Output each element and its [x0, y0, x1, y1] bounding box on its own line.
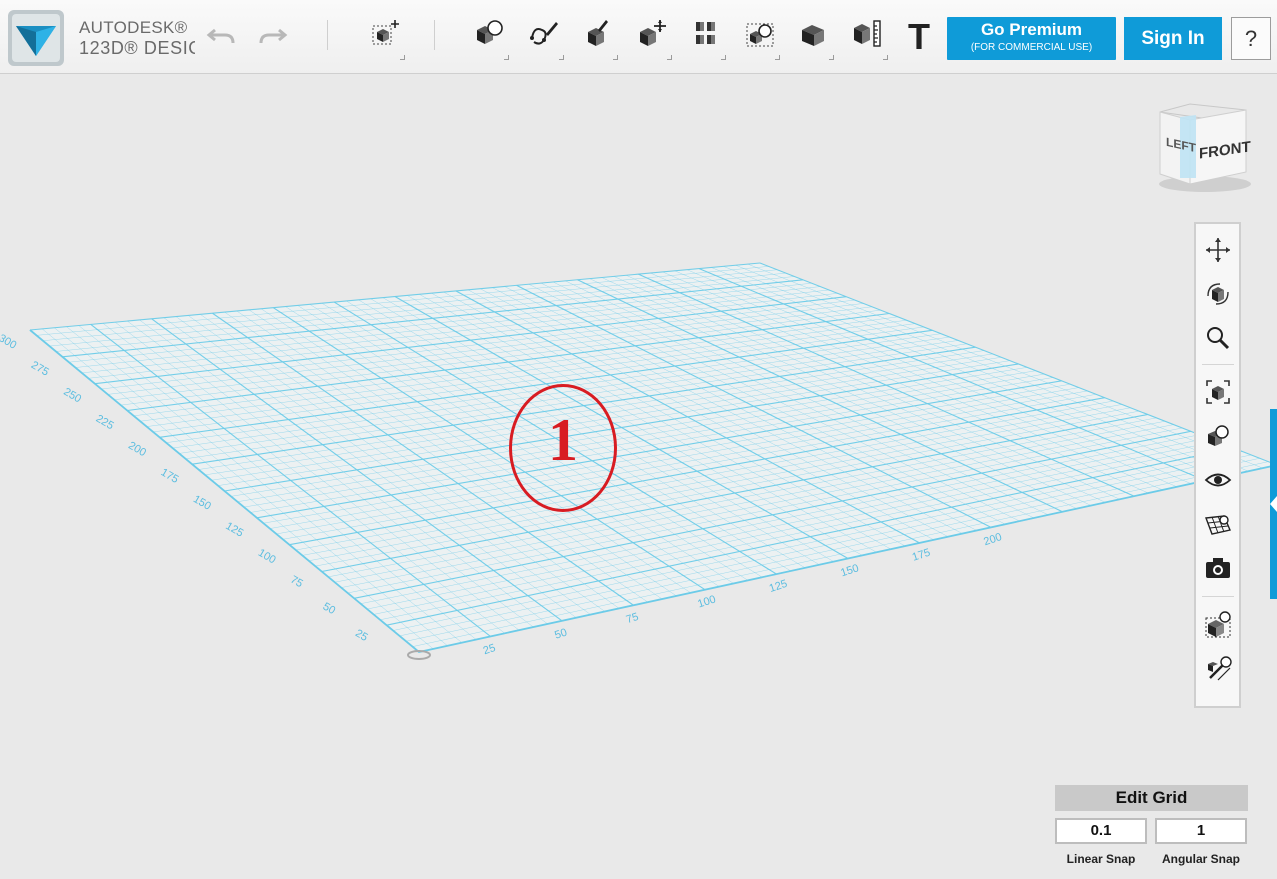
zoom-selected-icon[interactable]	[1200, 418, 1236, 454]
chevron-left-icon	[1270, 496, 1277, 512]
combine-icon[interactable]	[792, 16, 836, 60]
left-axis-label: 250	[61, 386, 83, 406]
left-axis-label: 175	[159, 466, 181, 486]
front-axis-label: 150	[839, 562, 860, 579]
edit-grid-button[interactable]: Edit Grid	[1055, 785, 1248, 811]
left-axis-label: 200	[126, 440, 148, 460]
front-axis-label: 200	[982, 531, 1003, 548]
linear-snap-label: Linear Snap	[1066, 852, 1136, 866]
grid-lines	[29, 262, 1277, 653]
view-visibility-icon[interactable]	[1200, 462, 1236, 498]
left-axis-label: 225	[94, 413, 116, 433]
left-axis-label: 100	[256, 547, 278, 567]
front-axis-label: 50	[553, 626, 568, 641]
sketch-icon[interactable]	[522, 16, 566, 60]
zoom-icon[interactable]	[1200, 320, 1236, 356]
go-premium-button[interactable]: Go Premium (FOR COMMERCIAL USE)	[947, 17, 1116, 60]
grid-visibility-icon[interactable]	[1200, 506, 1236, 542]
workplane-grid[interactable]: 25 50 75 100 125 150 175 200 225 250 275 300 25 50 75 1…	[0, 75, 1277, 879]
left-axis-label: 75	[288, 574, 305, 591]
primitives-icon[interactable]	[467, 16, 511, 60]
annotation-label: 1	[548, 407, 578, 473]
modify-icon[interactable]	[630, 16, 674, 60]
3d-viewport[interactable]: 25 50 75 100 125 150 175 200 225 250 275 300 25 50 75 1…	[0, 75, 1277, 879]
orbit-icon[interactable]	[1200, 276, 1236, 312]
front-axis-label: 125	[768, 578, 789, 595]
help-button[interactable]: ?	[1231, 17, 1271, 60]
left-axis-label: 300	[0, 332, 18, 352]
material-icon[interactable]	[1200, 606, 1236, 642]
grid-plane	[30, 263, 1277, 652]
camera-icon[interactable]	[1200, 550, 1236, 586]
fit-icon[interactable]	[1200, 374, 1236, 410]
construct-icon[interactable]	[576, 16, 620, 60]
front-axis-label: 75	[625, 611, 640, 626]
toolbar-separator	[327, 20, 328, 50]
brand-line2: 123D® DESIGN	[79, 38, 195, 58]
left-axis-label: 125	[223, 520, 245, 540]
toolbar-separator	[434, 20, 435, 50]
left-axis-label: 25	[353, 627, 370, 644]
view-cube[interactable]: LEFT FRONT	[1150, 100, 1260, 200]
sign-in-button[interactable]: Sign In	[1124, 17, 1222, 60]
left-axis-label: 275	[29, 359, 51, 379]
snap-icon[interactable]	[1200, 650, 1236, 686]
front-axis-label: 25	[482, 642, 497, 657]
pan-icon[interactable]	[1200, 232, 1236, 268]
autodesk-123d-logo-icon[interactable]	[8, 10, 64, 66]
measure-icon[interactable]	[846, 16, 890, 60]
redo-icon[interactable]	[258, 24, 288, 48]
text-tool-button[interactable]: T	[903, 19, 935, 55]
navigation-bar	[1194, 222, 1241, 708]
undo-icon[interactable]	[206, 24, 236, 48]
brand-line1: AUTODESK®	[79, 18, 188, 37]
angular-snap-label: Angular Snap	[1161, 852, 1240, 866]
go-premium-sublabel: (FOR COMMERCIAL USE)	[970, 42, 1093, 53]
left-axis-label: 150	[191, 493, 213, 513]
pattern-icon[interactable]	[684, 16, 728, 60]
transform-icon[interactable]	[363, 16, 407, 60]
front-axis-label: 175	[911, 547, 932, 564]
go-premium-label: Go Premium	[980, 20, 1083, 39]
front-axis-label: 100	[696, 593, 717, 610]
linear-snap-input[interactable]: 0.1	[1055, 818, 1147, 844]
brand-name: AUTODESK® 123D® DESIGN	[79, 18, 195, 58]
angular-snap-input[interactable]: 1	[1155, 818, 1247, 844]
left-axis-label: 50	[321, 601, 338, 618]
grouping-icon[interactable]	[738, 16, 782, 60]
top-toolbar: AUTODESK® 123D® DESIGN	[0, 0, 1277, 74]
